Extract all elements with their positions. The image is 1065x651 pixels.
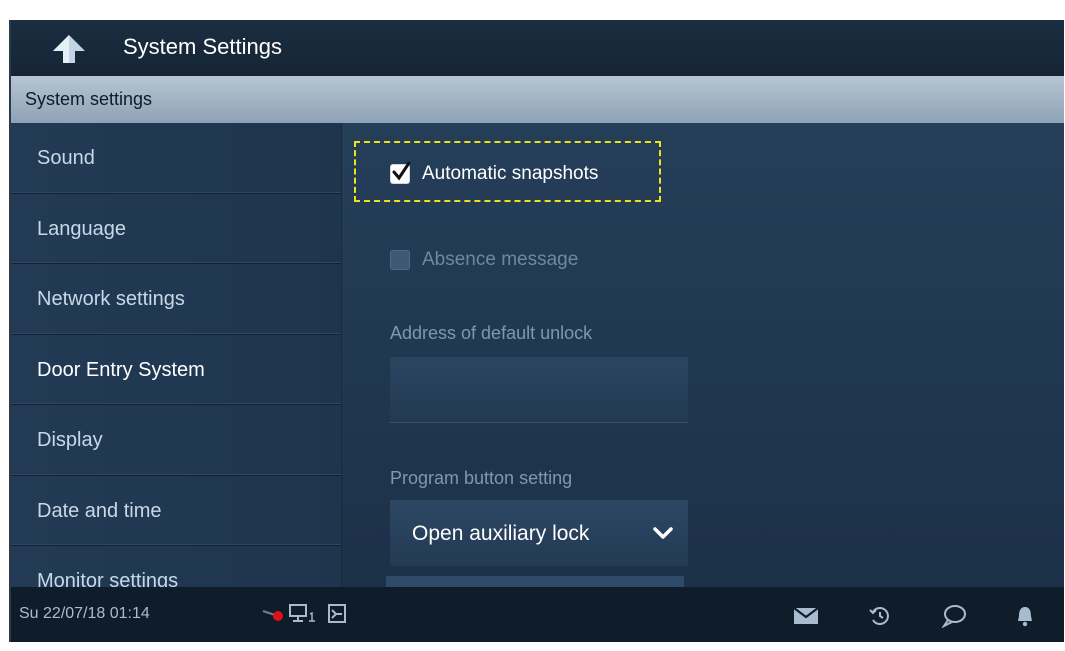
- sidebar: Sound Language Network settings Door Ent…: [11, 123, 341, 587]
- status-datetime: Su 22/07/18 01:14: [19, 605, 150, 622]
- sidebar-item-display[interactable]: Display: [11, 405, 341, 476]
- program-button-label: Program button setting: [390, 468, 573, 488]
- status-bar: Su 22/07/18 01:14: [11, 587, 1064, 642]
- record-indicator-icon: [262, 610, 283, 621]
- automatic-snapshots-checkbox[interactable]: Automatic snapshots: [390, 162, 599, 185]
- main-panel: Automatic snapshots Absence message Addr…: [341, 123, 1064, 587]
- sidebar-item-label: Door Entry System: [37, 358, 205, 381]
- default-unlock-input[interactable]: [390, 357, 688, 423]
- door-icon[interactable]: [326, 602, 348, 624]
- absence-message-checkbox[interactable]: Absence message: [390, 249, 578, 271]
- sidebar-item-label: Sound: [37, 147, 95, 169]
- title-bar: System Settings: [11, 20, 1064, 76]
- sidebar-item-label: Monitor settings: [37, 570, 179, 587]
- sidebar-item-monitor-settings[interactable]: Monitor settings: [11, 546, 341, 587]
- checkbox-unchecked-icon: [390, 250, 410, 270]
- checkbox-checked-icon: [390, 162, 411, 184]
- chat-icon[interactable]: [941, 604, 967, 628]
- absence-message-label: Absence message: [422, 249, 579, 270]
- sidebar-item-label: Network settings: [37, 288, 185, 310]
- chevron-down-icon: [653, 527, 673, 539]
- next-dropdown-partial[interactable]: [386, 576, 684, 587]
- sidebar-item-label: Date and time: [37, 499, 162, 522]
- sidebar-item-date-and-time[interactable]: Date and time: [11, 476, 341, 546]
- history-icon[interactable]: [868, 604, 892, 628]
- page-title: System Settings: [123, 34, 282, 59]
- bell-icon[interactable]: [1014, 604, 1036, 628]
- program-button-dropdown[interactable]: Open auxiliary lock: [390, 500, 688, 566]
- section-title: System settings: [25, 89, 153, 109]
- mail-icon[interactable]: [793, 607, 819, 625]
- sidebar-item-label: Display: [37, 429, 103, 451]
- sidebar-item-sound[interactable]: Sound: [11, 123, 341, 194]
- automatic-snapshots-label: Automatic snapshots: [422, 163, 599, 184]
- sidebar-item-door-entry-system[interactable]: Door Entry System: [11, 335, 341, 405]
- section-header: System settings: [11, 76, 1064, 123]
- dropdown-selected-value: Open auxiliary lock: [412, 522, 590, 545]
- monitor-icon[interactable]: [289, 604, 317, 624]
- sidebar-item-language[interactable]: Language: [11, 194, 341, 264]
- sidebar-item-label: Language: [37, 217, 126, 240]
- device-screen: System Settings System settings Sound La…: [9, 20, 1064, 642]
- default-unlock-label: Address of default unlock: [390, 323, 593, 343]
- sidebar-item-network-settings[interactable]: Network settings: [11, 264, 341, 335]
- back-arrow-icon[interactable]: [51, 33, 87, 65]
